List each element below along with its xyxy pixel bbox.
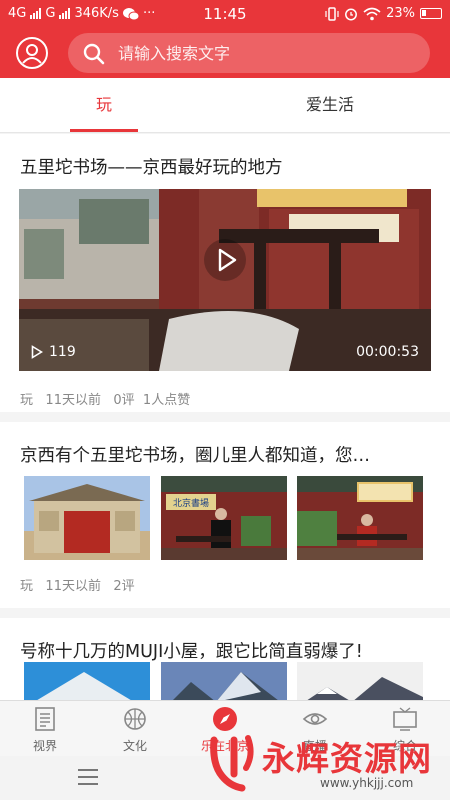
- view-count: 119: [31, 344, 76, 360]
- watermark-title: 永辉资源网: [262, 739, 432, 778]
- watermark: 永辉资源网 www.yhkjjj.com: [200, 728, 450, 800]
- nav-item-view[interactable]: 视界: [0, 701, 90, 757]
- thumbnail-cabin-image: [24, 662, 150, 700]
- card-title: 号称十几万的MUJI小屋，跟它比简直弱爆了!: [20, 642, 363, 662]
- thumbnail-mountain-image: [161, 662, 287, 700]
- basketball-icon: [124, 708, 146, 730]
- view-count-value: 119: [49, 344, 76, 360]
- feed-list: 五里坨书场——京西最好玩的地方 119 00:00:53 玩 11天以前 0评 …: [0, 134, 450, 700]
- feed-card-gallery-2[interactable]: 号称十几万的MUJI小屋，跟它比简直弱爆了!: [0, 618, 450, 700]
- wifi-icon: [363, 7, 381, 20]
- thumbnail-1[interactable]: [24, 662, 150, 700]
- search-icon: [83, 43, 105, 65]
- tab-love-life[interactable]: 爱生活: [288, 78, 372, 132]
- newspaper-icon: [35, 707, 55, 731]
- video-player[interactable]: 119 00:00:53: [19, 189, 431, 371]
- app-header: [0, 28, 450, 78]
- meta-category: 玩: [20, 393, 34, 408]
- video-duration: 00:00:53: [356, 344, 419, 360]
- nav-label: 视界: [32, 739, 57, 753]
- nav-label: 文化: [122, 739, 147, 753]
- menu-icon[interactable]: [78, 769, 98, 785]
- meta-time: 11天以前: [45, 393, 101, 408]
- play-icon: [218, 248, 237, 272]
- meta-comments: 0评: [113, 393, 135, 408]
- card-meta: 玩 11天以前 2评: [20, 575, 135, 594]
- thumbnail-2[interactable]: 北京書場: [161, 476, 287, 560]
- meta-category: 玩: [20, 579, 34, 594]
- vibrate-icon: [325, 6, 339, 21]
- search-bar[interactable]: [68, 33, 430, 73]
- meta-comments: 2评: [113, 579, 135, 594]
- thumbnail-gate-image: [24, 476, 150, 560]
- user-icon: [22, 44, 42, 64]
- thumbnail-3[interactable]: [297, 662, 423, 700]
- play-button[interactable]: [204, 239, 246, 281]
- alarm-icon: [345, 8, 358, 20]
- play-small-icon: [31, 345, 43, 359]
- thumbnail-storyteller-image: 北京書場: [161, 476, 287, 560]
- search-input[interactable]: [118, 33, 418, 73]
- card-title: 五里坨书场——京西最好玩的地方: [20, 158, 283, 178]
- feed-card-gallery[interactable]: 京西有个五里坨书场，圈儿里人都知道，您… 北京書場 玩 11天以前 2评: [0, 422, 450, 608]
- meta-likes: 1人点赞: [142, 393, 191, 408]
- battery-percent: 23%: [386, 6, 415, 21]
- thumbnail-performer-image: [297, 476, 423, 560]
- watermark-url: www.yhkjjj.com: [320, 776, 414, 790]
- meta-time: 11天以前: [45, 579, 101, 594]
- category-tabs: 玩 爱生活: [0, 78, 450, 133]
- user-avatar-button[interactable]: [16, 37, 48, 69]
- thumbnail-snow-image: [297, 662, 423, 700]
- thumbnail-2[interactable]: [161, 662, 287, 700]
- status-bar: 4G G 346K/s ··· 11:45 23%: [0, 0, 450, 28]
- thumbnail-1[interactable]: [24, 476, 150, 560]
- tab-play[interactable]: 玩: [70, 78, 138, 132]
- watermark-logo: [210, 735, 254, 792]
- battery-icon: [420, 8, 442, 19]
- thumbnail-3[interactable]: [297, 476, 423, 560]
- nav-item-culture[interactable]: 文化: [90, 701, 180, 757]
- sign-text: 北京書場: [173, 497, 209, 509]
- card-title: 京西有个五里坨书场，圈儿里人都知道，您…: [20, 446, 370, 466]
- feed-card-video[interactable]: 五里坨书场——京西最好玩的地方 119 00:00:53 玩 11天以前 0评 …: [0, 134, 450, 412]
- card-meta: 玩 11天以前 0评 1人点赞: [20, 389, 190, 408]
